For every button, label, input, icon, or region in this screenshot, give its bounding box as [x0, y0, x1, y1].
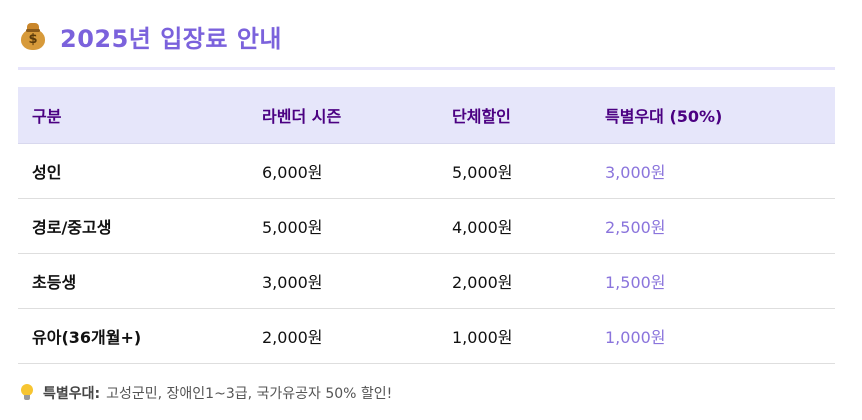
cell-category: 유아(36개월+) — [18, 308, 248, 364]
fee-table: 구분 라벤더 시즌 단체할인 특별우대 (50%) 성인 6,000원 5,00… — [18, 87, 835, 364]
table-header-row: 구분 라벤더 시즌 단체할인 특별우대 (50%) — [18, 87, 835, 144]
note-text: 고성군민, 장애인1~3급, 국가유공자 50% 할인! — [106, 386, 393, 402]
note-label: 특별우대: — [43, 386, 101, 402]
table-row: 유아(36개월+) 2,000원 1,000원 1,000원 — [18, 308, 835, 364]
cell-special-price: 1,500원 — [591, 253, 835, 309]
column-header-group-discount: 단체할인 — [438, 87, 591, 144]
cell-group-price: 2,000원 — [438, 253, 591, 309]
cell-group-price: 4,000원 — [438, 198, 591, 254]
column-header-category: 구분 — [18, 87, 248, 144]
cell-category: 초등생 — [18, 253, 248, 309]
special-discount-note: 특별우대: 고성군민, 장애인1~3급, 국가유공자 50% 할인! — [20, 383, 392, 403]
title-row: $ 2025년 입장료 안내 — [20, 18, 282, 54]
cell-category: 경로/중고생 — [18, 198, 248, 254]
title-divider — [18, 67, 835, 70]
column-header-special-discount: 특별우대 (50%) — [591, 87, 835, 144]
cell-group-price: 1,000원 — [438, 308, 591, 364]
cell-category: 성인 — [18, 143, 248, 199]
cell-lavender-price: 2,000원 — [248, 308, 438, 364]
column-header-lavender-season: 라벤더 시즌 — [248, 87, 438, 144]
cell-group-price: 5,000원 — [438, 143, 591, 199]
page-title: 2025년 입장료 안내 — [60, 24, 282, 53]
money-bag-icon: $ — [20, 22, 46, 50]
cell-lavender-price: 3,000원 — [248, 253, 438, 309]
cell-lavender-price: 6,000원 — [248, 143, 438, 199]
table-row: 경로/중고생 5,000원 4,000원 2,500원 — [18, 198, 835, 254]
cell-special-price: 2,500원 — [591, 198, 835, 254]
lightbulb-icon — [20, 384, 34, 402]
cell-lavender-price: 5,000원 — [248, 198, 438, 254]
fee-page: $ 2025년 입장료 안내 구분 라벤더 시즌 단체할인 특별우대 (50%)… — [0, 0, 862, 420]
table-row: 성인 6,000원 5,000원 3,000원 — [18, 143, 835, 199]
cell-special-price: 3,000원 — [591, 143, 835, 199]
table-row: 초등생 3,000원 2,000원 1,500원 — [18, 253, 835, 309]
cell-special-price: 1,000원 — [591, 308, 835, 364]
